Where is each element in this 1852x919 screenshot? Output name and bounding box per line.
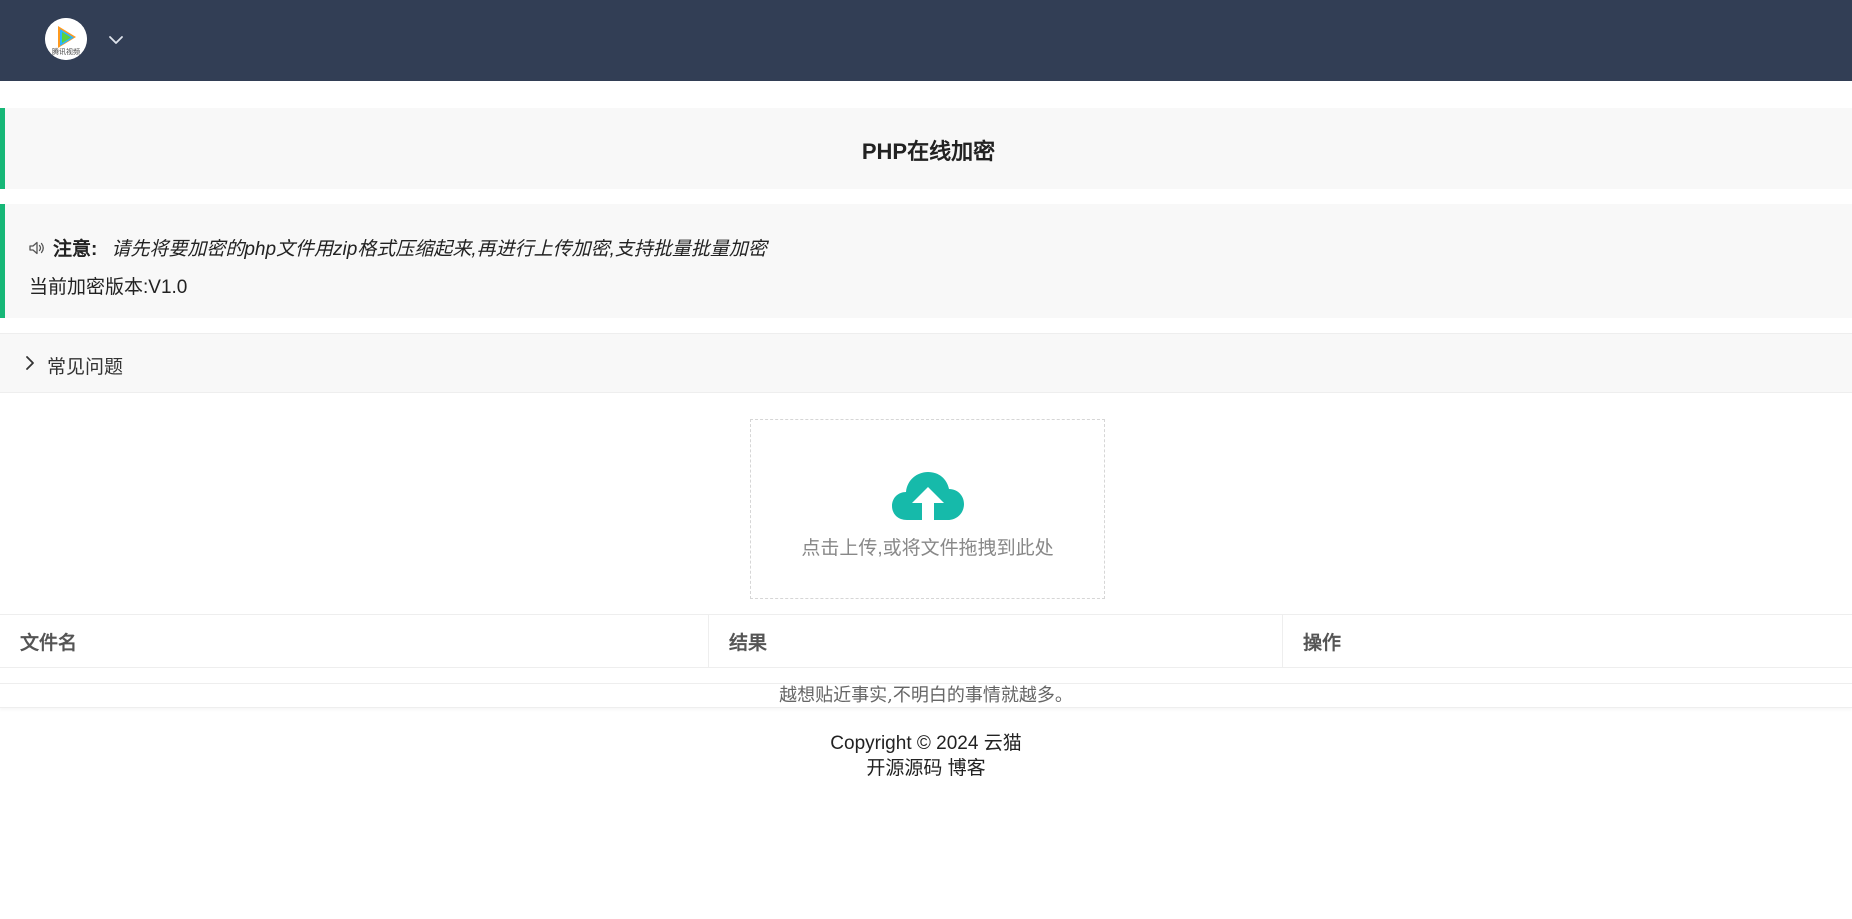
- footer: Copyright © 2024 云猫 开源源码 博客: [0, 731, 1852, 781]
- chevron-right-icon: [26, 356, 34, 370]
- faq-label: 常见问题: [47, 357, 124, 378]
- footer-links: 开源源码 博客: [0, 756, 1852, 781]
- footer-link-source[interactable]: 开源源码: [866, 758, 942, 779]
- app-logo[interactable]: 腾讯视频: [45, 18, 87, 60]
- notice-line: 注意: 请先将要加密的php文件用zip格式压缩起来,再进行上传加密,支持批量批…: [27, 234, 767, 261]
- results-table-header: 文件名 结果 操作: [0, 614, 1852, 668]
- column-result: 结果: [709, 615, 1283, 667]
- copyright-text: Copyright © 2024 云猫: [830, 733, 1022, 754]
- cloud-upload-icon: [892, 472, 964, 520]
- upload-dropzone[interactable]: 点击上传,或将文件拖拽到此处: [750, 419, 1105, 599]
- notice-panel: 注意: 请先将要加密的php文件用zip格式压缩起来,再进行上传加密,支持批量批…: [0, 204, 1852, 318]
- version-text: 当前加密版本:V1.0: [29, 277, 188, 298]
- notice-message: 请先将要加密的php文件用zip格式压缩起来,再进行上传加密,支持批量批量加密: [111, 239, 767, 260]
- column-actions: 操作: [1303, 632, 1342, 654]
- top-header: 腾讯视频: [0, 0, 1852, 81]
- footer-link-blog[interactable]: 博客: [948, 758, 986, 779]
- title-panel: PHP在线加密: [0, 108, 1852, 189]
- notice-label: 注意:: [53, 239, 98, 260]
- upload-hint: 点击上传,或将文件拖拽到此处: [801, 538, 1054, 559]
- logo-text: 腾讯视频: [52, 49, 80, 56]
- page-title: PHP在线加密: [861, 139, 996, 164]
- column-filename: 文件名: [0, 615, 709, 667]
- chevron-down-icon[interactable]: [106, 30, 126, 50]
- faq-collapse[interactable]: 常见问题: [0, 333, 1852, 393]
- speaker-icon: [29, 241, 44, 254]
- quote-text: 越想贴近事实,不明白的事情就越多。: [0, 683, 1852, 708]
